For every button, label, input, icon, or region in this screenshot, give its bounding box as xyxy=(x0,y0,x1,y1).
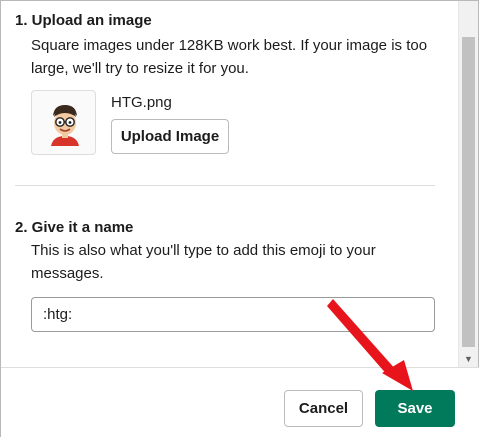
name-section-description: This is also what you'll type to add thi… xyxy=(31,242,376,282)
section-divider xyxy=(15,185,435,186)
name-section-title: 2. Give it a name xyxy=(15,219,134,236)
image-thumbnail xyxy=(31,90,96,155)
upload-section-description: Square images under 128KB work best. If … xyxy=(31,37,428,77)
file-name: HTG.png xyxy=(111,94,172,111)
emoji-name-input[interactable] xyxy=(31,297,435,332)
chevron-down-icon[interactable]: ▼ xyxy=(462,353,475,365)
dialog-footer: Cancel Save xyxy=(1,367,479,437)
dialog-body: 1. Upload an image Square images under 1… xyxy=(1,1,459,367)
scrollbar-thumb[interactable] xyxy=(462,37,475,347)
vertical-scrollbar[interactable]: ▼ xyxy=(458,1,478,367)
cancel-button[interactable]: Cancel xyxy=(284,390,363,427)
cartoon-face-icon xyxy=(51,105,79,146)
upload-image-button[interactable]: Upload Image xyxy=(111,119,229,154)
save-button[interactable]: Save xyxy=(375,390,455,427)
emoji-upload-dialog: 1. Upload an image Square images under 1… xyxy=(0,0,479,437)
upload-section-title: 1. Upload an image xyxy=(15,12,152,29)
